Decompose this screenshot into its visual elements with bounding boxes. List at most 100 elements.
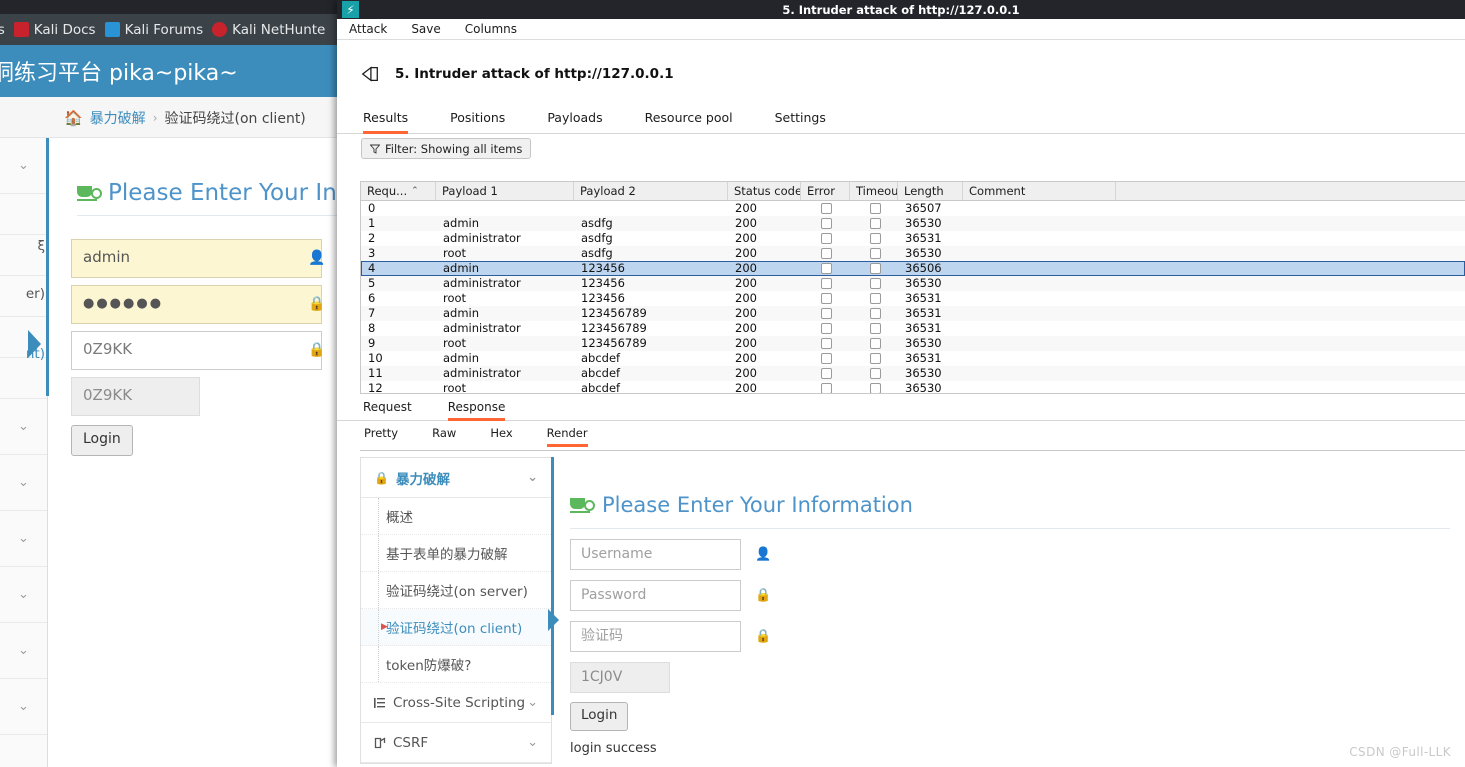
tab-results[interactable]: Results (363, 107, 409, 134)
column-header-timeout[interactable]: Timeout (850, 182, 898, 200)
timeout-checkbox[interactable] (869, 368, 881, 379)
render-sidebar-item-captcha-client[interactable]: ▶ 验证码绕过(on client) (361, 609, 551, 646)
error-checkbox[interactable] (821, 383, 832, 393)
column-header-length[interactable]: Length (898, 182, 963, 200)
column-header-error[interactable]: Error (801, 182, 850, 200)
sidebar-group-row[interactable]: ⌄ (0, 455, 47, 511)
home-icon[interactable]: 🏠 (64, 109, 83, 127)
error-checkbox[interactable] (821, 263, 832, 274)
table-row[interactable]: 0 200 36507 (361, 201, 1465, 216)
timeout-checkbox[interactable] (869, 263, 881, 274)
tab-hex[interactable]: Hex (490, 425, 512, 447)
timeout-checkbox[interactable] (869, 248, 881, 259)
username-input[interactable]: admin (71, 239, 322, 278)
menu-save[interactable]: Save (399, 22, 452, 36)
tab-pretty[interactable]: Pretty (364, 425, 398, 447)
results-table-body[interactable]: 0 200 36507 1 admin asdfg 200 36530 2 administrat… (361, 201, 1465, 393)
timeout-checkbox[interactable] (869, 383, 881, 393)
menu-columns[interactable]: Columns (453, 22, 529, 36)
tab-response[interactable]: Response (447, 399, 506, 421)
tab-request[interactable]: Request (363, 399, 412, 421)
render-username-input[interactable]: Username (570, 539, 741, 570)
column-header-comment[interactable]: Comment (963, 182, 1116, 200)
tab-positions[interactable]: Positions (450, 107, 505, 134)
error-checkbox[interactable] (821, 368, 832, 379)
bookmark-item[interactable]: ls (0, 22, 5, 38)
sidebar-group-row[interactable]: ⌄ (0, 567, 47, 623)
table-row[interactable]: 5 administrator 123456 200 36530 (361, 276, 1465, 291)
table-row[interactable]: 11 administrator abcdef 200 36530 (361, 366, 1465, 381)
breadcrumb-parent-link[interactable]: 暴力破解 (90, 108, 146, 128)
table-row[interactable]: 6 root 123456 200 36531 (361, 291, 1465, 306)
render-sidebar-item-captcha-server[interactable]: 验证码绕过(on server) (361, 572, 551, 609)
timeout-checkbox[interactable] (869, 353, 881, 364)
render-sidebar-group-csrf[interactable]: CSRF ⌄ (361, 723, 551, 763)
column-header[interactable] (1116, 182, 1465, 200)
error-checkbox[interactable] (821, 233, 832, 244)
table-row[interactable]: 4 admin 123456 200 36506 (361, 261, 1465, 276)
render-captcha-image[interactable]: 1CJ0V (570, 662, 670, 693)
column-header-payload-2[interactable]: Payload 2 (574, 182, 728, 200)
table-row[interactable]: 9 root 123456789 200 36530 (361, 336, 1465, 351)
menu-attack[interactable]: Attack (337, 22, 399, 36)
captcha-input[interactable]: 0Z9KK (71, 331, 322, 370)
timeout-checkbox[interactable] (869, 278, 881, 289)
timeout-checkbox[interactable] (869, 233, 881, 244)
bookmark-item-kali-docs[interactable]: Kali Docs (13, 22, 96, 38)
table-row[interactable]: 3 root asdfg 200 36530 (361, 246, 1465, 261)
timeout-checkbox[interactable] (869, 323, 881, 334)
timeout-checkbox[interactable] (869, 338, 881, 349)
render-sidebar-item-token[interactable]: token防爆破? (361, 646, 551, 683)
tab-settings[interactable]: Settings (775, 107, 826, 134)
table-row[interactable]: 12 root abcdef 200 36530 (361, 381, 1465, 393)
render-login-button[interactable]: Login (570, 702, 629, 731)
render-sidebar-item-overview[interactable]: 概述 (361, 498, 551, 535)
timeout-checkbox[interactable] (869, 218, 881, 229)
render-password-input[interactable]: Password (570, 580, 741, 611)
error-checkbox[interactable] (821, 278, 832, 289)
timeout-checkbox[interactable] (869, 293, 881, 304)
error-checkbox[interactable] (821, 308, 832, 319)
tab-render[interactable]: Render (546, 425, 588, 447)
error-checkbox[interactable] (821, 323, 832, 334)
tab-resource-pool[interactable]: Resource pool (645, 107, 733, 134)
render-sidebar-item-form-brute[interactable]: 基于表单的暴力破解 (361, 535, 551, 572)
password-input[interactable]: ●●●●●● (71, 285, 322, 324)
render-sidebar-group-brute-force[interactable]: 🔒 暴力破解 ⌄ (361, 458, 551, 498)
error-checkbox[interactable] (821, 218, 832, 229)
error-checkbox[interactable] (821, 338, 832, 349)
render-sidebar-group-xss[interactable]: Cross-Site Scripting ⌄ (361, 683, 551, 723)
tab-payloads[interactable]: Payloads (547, 107, 602, 134)
error-checkbox[interactable] (821, 248, 832, 259)
timeout-checkbox[interactable] (869, 308, 881, 319)
error-checkbox[interactable] (821, 293, 832, 304)
tab-raw[interactable]: Raw (432, 425, 456, 447)
captcha-image[interactable]: 0Z9KK (71, 377, 200, 416)
bookmark-item-kali-forums[interactable]: Kali Forums (104, 22, 203, 38)
cell-spacer (1117, 277, 1465, 290)
table-row[interactable]: 2 administrator asdfg 200 36531 (361, 231, 1465, 246)
chevron-down-icon: ⌄ (527, 735, 538, 750)
filter-button[interactable]: Filter: Showing all items (361, 138, 532, 159)
sidebar-row[interactable] (0, 194, 47, 235)
back-arrow-icon[interactable] (360, 64, 380, 84)
column-header-requ[interactable]: Requ... ⌃ (361, 182, 436, 200)
sidebar-group-row[interactable]: ⌄ (0, 623, 47, 679)
render-captcha-input[interactable]: 验证码 (570, 621, 741, 652)
bookmark-item-kali-nethunter[interactable]: Kali NetHunte (212, 22, 325, 38)
sidebar-group-row[interactable]: ⌄ (0, 399, 47, 455)
table-row[interactable]: 8 administrator 123456789 200 36531 (361, 321, 1465, 336)
table-row[interactable]: 7 admin 123456789 200 36531 (361, 306, 1465, 321)
error-checkbox[interactable] (821, 203, 832, 214)
sidebar-group-row[interactable]: ⌄ (0, 679, 47, 735)
column-header-payload-1[interactable]: Payload 1 (436, 182, 574, 200)
sidebar-row[interactable] (0, 358, 47, 399)
login-button[interactable]: Login (71, 425, 133, 456)
sidebar-collapse-row[interactable]: ⌄ (0, 138, 47, 194)
sidebar-group-row[interactable]: ⌄ (0, 511, 47, 567)
timeout-checkbox[interactable] (869, 203, 881, 214)
table-row[interactable]: 10 admin abcdef 200 36531 (361, 351, 1465, 366)
column-header-status-code[interactable]: Status code (728, 182, 801, 200)
error-checkbox[interactable] (821, 353, 832, 364)
table-row[interactable]: 1 admin asdfg 200 36530 (361, 216, 1465, 231)
